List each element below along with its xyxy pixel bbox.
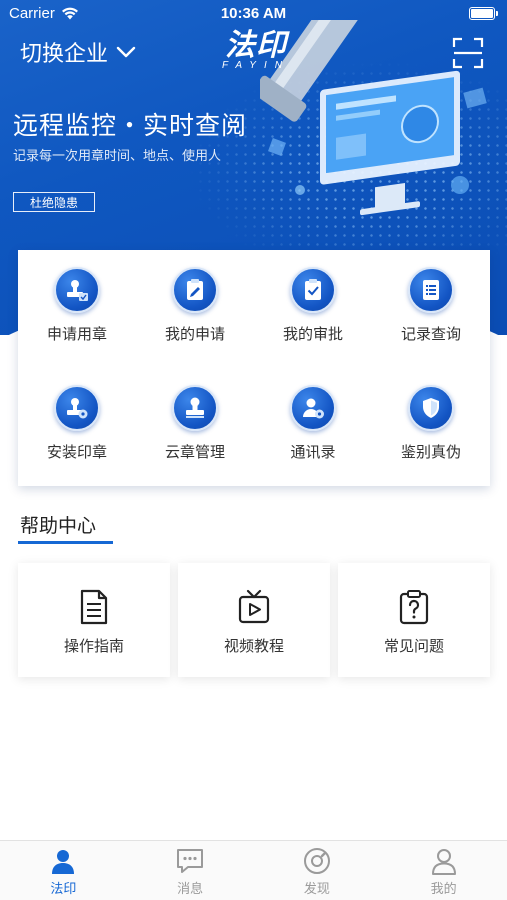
app-logo: 法印 FAYIN [222, 29, 290, 72]
video-tv-icon [238, 589, 270, 624]
cloud-stamp-management-button[interactable]: 云章管理 [136, 368, 254, 486]
my-approvals-button[interactable]: 我的审批 [254, 250, 372, 368]
logo-subtext: FAYIN [222, 60, 290, 71]
record-query-button[interactable]: 记录查询 [372, 250, 490, 368]
tab-label: 发现 [303, 881, 330, 896]
help-card-label: 常见问题 [383, 638, 444, 655]
help-card-label: 操作指南 [63, 638, 124, 655]
stamp-apply-icon [54, 267, 100, 313]
function-label: 云章管理 [164, 444, 225, 461]
verify-authenticity-button[interactable]: 鉴别真伪 [372, 368, 490, 486]
faq-card[interactable]: 常见问题 [338, 563, 490, 677]
stamp-settings-icon [54, 385, 100, 431]
function-label: 安装印章 [46, 444, 107, 461]
document-icon [80, 589, 108, 625]
battery-icon [469, 7, 498, 20]
function-label: 通讯录 [290, 444, 336, 461]
tab-fayin[interactable]: 法印 [0, 841, 127, 900]
question-clipboard-icon [399, 590, 429, 625]
contacts-button[interactable]: 通讯录 [254, 368, 372, 486]
function-grid: 申请用章 我的申请 我的审批 记录查询 安装印章 云章管理 通讯录 鉴别真伪 [18, 250, 490, 486]
stamp-icon [172, 385, 218, 431]
logo-text: 法印 [224, 29, 287, 62]
help-center-underline [18, 541, 113, 544]
help-card-label: 视频教程 [223, 638, 284, 655]
tab-profile[interactable]: 我的 [380, 841, 507, 900]
function-label: 我的申请 [164, 326, 225, 343]
function-label: 记录查询 [400, 326, 461, 343]
video-tutorial-card[interactable]: 视频教程 [178, 563, 330, 677]
my-applications-button[interactable]: 我的申请 [136, 250, 254, 368]
banner-subtitle: 记录每一次用章时间、地点、使用人 [13, 148, 222, 163]
banner-title: 远程监控・实时查阅 [13, 112, 248, 140]
banner-tag: 杜绝隐患 [13, 192, 95, 212]
tab-discover[interactable]: 发现 [254, 841, 381, 900]
list-document-icon [408, 267, 454, 313]
tab-label: 法印 [50, 881, 77, 896]
scan-icon [452, 37, 484, 69]
compass-icon [303, 848, 330, 874]
switch-company-button[interactable]: 切换企业 [20, 36, 136, 68]
profile-icon [431, 849, 456, 875]
tab-label: 我的 [430, 881, 457, 896]
function-label: 鉴别真伪 [400, 444, 461, 461]
function-grid-card: 申请用章 我的申请 我的审批 记录查询 安装印章 云章管理 通讯录 鉴别真伪 [18, 250, 490, 486]
contacts-icon [290, 385, 336, 431]
scan-button[interactable] [452, 37, 484, 69]
person-icon [52, 850, 75, 874]
function-label: 我的审批 [282, 326, 343, 343]
apply-stamp-button[interactable]: 申请用章 [18, 250, 136, 368]
clock: 10:36 AM [220, 5, 287, 22]
operation-guide-card[interactable]: 操作指南 [18, 563, 170, 677]
help-center-title: 帮助中心 [20, 516, 97, 537]
status-bar: Carrier 10:36 AM [0, 0, 507, 28]
tab-bar: 法印 消息 发现 我的 [0, 840, 507, 900]
function-label: 申请用章 [46, 326, 107, 343]
clipboard-check-icon [290, 267, 336, 313]
switch-company-label: 切换企业 [20, 41, 109, 66]
shield-icon [408, 385, 454, 431]
chevron-down-icon [116, 46, 136, 58]
chat-bubble-icon [177, 849, 204, 873]
tab-label: 消息 [177, 881, 204, 896]
tab-messages[interactable]: 消息 [127, 841, 254, 900]
edit-document-icon [172, 267, 218, 313]
install-stamp-button[interactable]: 安装印章 [18, 368, 136, 486]
